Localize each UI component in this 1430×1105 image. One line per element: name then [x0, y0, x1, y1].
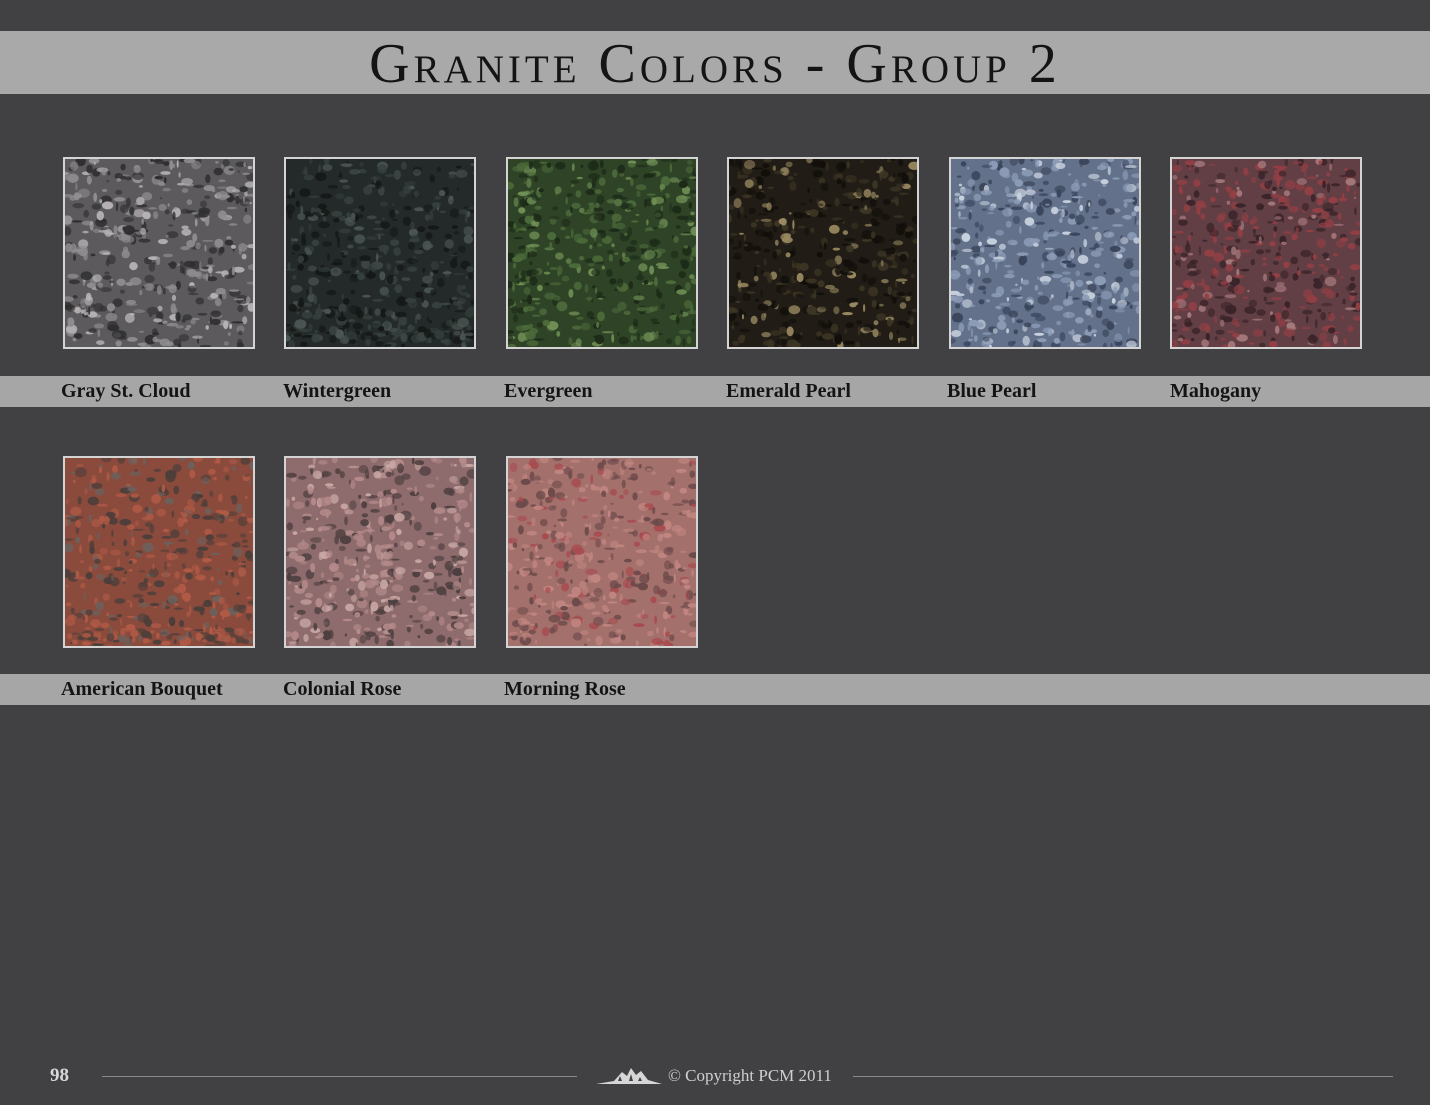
copyright-text: © Copyright PCM 2011: [668, 1066, 832, 1085]
evergreen-swatch: [508, 159, 696, 347]
label-colonial-rose: Colonial Rose: [283, 678, 402, 700]
label-emerald-pearl: Emerald Pearl: [726, 380, 851, 402]
label-gray-st-cloud: Gray St. Cloud: [61, 380, 191, 402]
colonial-rose-swatch: [286, 458, 474, 646]
morning-rose-swatch: [508, 458, 696, 646]
swatch-morning-rose: [506, 456, 698, 648]
footer-rule-right: [853, 1076, 1393, 1077]
label-evergreen: Evergreen: [504, 380, 593, 402]
swatch-blue-pearl: [949, 157, 1141, 349]
gray-st-cloud-swatch: [65, 159, 253, 347]
blue-pearl-swatch: [951, 159, 1139, 347]
label-morning-rose: Morning Rose: [504, 678, 626, 700]
mahogany-swatch: [1172, 159, 1360, 347]
page-number: 98: [50, 1065, 69, 1086]
swatch-american-bouquet: [63, 456, 255, 648]
emerald-pearl-swatch: [729, 159, 917, 347]
swatch-evergreen: [506, 157, 698, 349]
title-band: Granite Colors - Group 2: [0, 31, 1430, 94]
swatch-gray-st-cloud: [63, 157, 255, 349]
swatch-colonial-rose: [284, 456, 476, 648]
swatch-wintergreen: [284, 157, 476, 349]
american-bouquet-swatch: [65, 458, 253, 646]
swatch-mahogany: [1170, 157, 1362, 349]
swatch-emerald-pearl: [727, 157, 919, 349]
page-title: Granite Colors - Group 2: [369, 32, 1061, 95]
label-wintergreen: Wintergreen: [283, 380, 392, 402]
wintergreen-swatch: [286, 159, 474, 347]
label-mahogany: Mahogany: [1170, 380, 1262, 402]
label-blue-pearl: Blue Pearl: [947, 380, 1037, 402]
label-american-bouquet: American Bouquet: [61, 678, 223, 700]
footer-rule-left: [102, 1076, 577, 1077]
mountain-logo-icon: [596, 1068, 662, 1084]
